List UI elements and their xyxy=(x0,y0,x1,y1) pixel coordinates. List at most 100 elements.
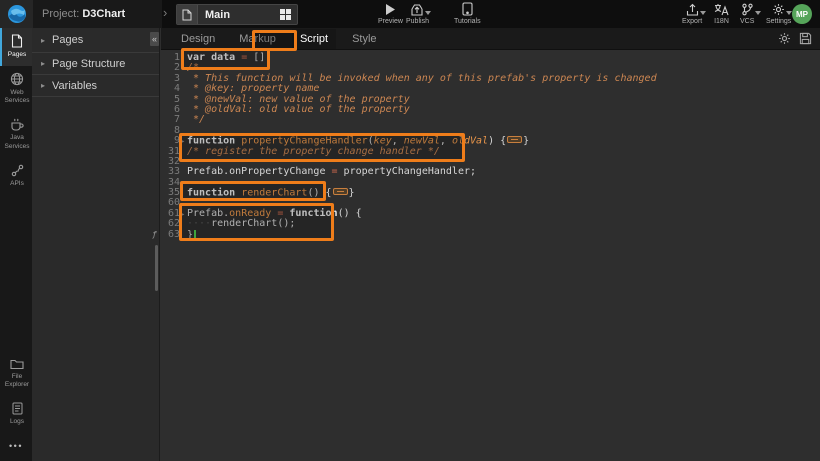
wavemaker-logo-icon xyxy=(7,4,27,24)
coffee-icon xyxy=(10,118,24,131)
code-line-34[interactable]: 34 xyxy=(161,178,820,188)
globe-icon xyxy=(10,72,24,86)
publish-button[interactable]: Publish xyxy=(406,3,429,25)
tab-design[interactable]: Design xyxy=(173,29,223,49)
publish-label: Publish xyxy=(406,18,429,25)
code-line-1[interactable]: 1var data = []; xyxy=(161,53,820,63)
panel-scrollbar[interactable] xyxy=(155,245,158,291)
wavemaker-ide: Project: D3Chart › Main PreviewPublish Tu… xyxy=(0,0,820,461)
gutter-info-icon: ƒ xyxy=(152,230,157,240)
rail-item-label: JavaServices xyxy=(5,134,30,150)
breadcrumb-chevron-icon: › xyxy=(163,5,167,20)
tab-style[interactable]: Style xyxy=(344,29,384,49)
vcs-button[interactable]: VCS xyxy=(740,3,754,25)
editor-settings-gear-icon[interactable] xyxy=(778,32,791,45)
rail-item-web-services[interactable]: WebServices xyxy=(0,66,32,112)
pages-panel: ▸ Pages ▸ Page Structure ▸ Variables « xyxy=(32,28,160,461)
user-avatar[interactable]: MP xyxy=(792,4,812,24)
i18n-button[interactable]: I18N xyxy=(714,3,729,25)
panel-item-label: Page Structure xyxy=(52,58,125,70)
chevron-down-icon[interactable] xyxy=(425,11,431,15)
api-icon xyxy=(11,164,24,177)
topbar-project-area: Project: D3Chart xyxy=(0,0,162,28)
editor-tabbar: Design Markup Script Style xyxy=(161,28,820,50)
panel-collapse-button[interactable]: « xyxy=(150,32,159,46)
code-line-8[interactable]: 8 xyxy=(161,126,820,136)
rail-item-apis[interactable]: APIs xyxy=(0,158,32,195)
export-label: Export xyxy=(682,18,702,25)
rail-more-button[interactable]: ••• xyxy=(0,433,32,461)
rail-item-label: APIs xyxy=(10,180,24,188)
panel-item-variables[interactable]: ▸ Variables xyxy=(32,75,159,97)
settings-label: Settings xyxy=(766,18,791,25)
rail-item-pages[interactable]: Pages xyxy=(0,28,32,66)
i18n-label: I18N xyxy=(714,18,729,25)
expand-caret-icon[interactable]: ▸ xyxy=(41,36,45,45)
line-number: 63ƒ xyxy=(161,230,180,240)
chevron-down-icon[interactable] xyxy=(755,11,761,15)
vcs-label: VCS xyxy=(740,18,754,25)
rail-item-label: WebServices xyxy=(5,89,30,105)
settings-icon xyxy=(772,3,785,16)
code-line-35[interactable]: 35function renderChart() {} xyxy=(161,188,820,198)
code-text xyxy=(180,178,187,188)
page-selector[interactable]: Main xyxy=(176,4,298,25)
collapsed-code-icon[interactable] xyxy=(507,136,522,143)
code-text: ····renderChart(); xyxy=(180,219,295,229)
expand-caret-icon[interactable]: ▸ xyxy=(41,81,45,90)
left-rail: Pages WebServices JavaServices APIs FileExpl… xyxy=(0,28,32,461)
code-text xyxy=(180,126,187,136)
rail-item-logs[interactable]: Logs xyxy=(0,396,32,433)
logs-icon xyxy=(12,402,23,415)
code-text xyxy=(180,198,187,208)
panel-item-label: Pages xyxy=(52,34,83,46)
settings-button[interactable]: Settings xyxy=(766,3,791,25)
code-line-31[interactable]: 31/* register the property change handle… xyxy=(161,147,820,157)
line-number: 4 xyxy=(161,84,180,94)
topbar: Project: D3Chart › Main PreviewPublish Tu… xyxy=(0,0,820,28)
panel-item-pages[interactable]: ▸ Pages xyxy=(32,28,159,53)
code-text: function renderChart() {} xyxy=(180,188,355,198)
export-icon xyxy=(686,3,699,16)
preview-label: Preview xyxy=(378,18,403,25)
panel-item-label: Variables xyxy=(52,80,97,92)
rail-item-java-services[interactable]: JavaServices xyxy=(0,112,32,157)
code-text: Prefab.onPropertyChange = propertyChange… xyxy=(180,167,476,177)
export-button[interactable]: Export xyxy=(682,3,702,25)
tutorials-icon xyxy=(462,2,473,16)
code-text: } xyxy=(180,230,196,240)
tab-script[interactable]: Script xyxy=(292,29,336,49)
project-name: Project: D3Chart xyxy=(42,8,125,20)
code-text: * @oldVal: old value of the property xyxy=(180,105,410,115)
i18n-icon xyxy=(714,3,729,16)
expand-caret-icon[interactable]: ▸ xyxy=(41,59,45,68)
code-line-7[interactable]: 7 */ xyxy=(161,115,820,125)
code-line-63[interactable]: 63ƒ} xyxy=(161,230,820,240)
play-icon xyxy=(384,3,396,16)
page-grid-icon[interactable] xyxy=(280,9,291,20)
publish-icon xyxy=(410,3,424,16)
wavemaker-logo[interactable] xyxy=(0,0,33,28)
code-text: /* register the property change handler … xyxy=(180,147,440,157)
preview-button[interactable]: Preview xyxy=(378,3,403,25)
code-text xyxy=(180,157,187,167)
rail-item-file-explorer[interactable]: FileExplorer xyxy=(0,352,32,396)
text-cursor xyxy=(194,230,196,239)
save-script-icon[interactable] xyxy=(799,32,812,45)
chevron-down-icon[interactable] xyxy=(700,11,706,15)
rail-item-label: Logs xyxy=(10,418,24,426)
tutorials-label: Tutorials xyxy=(454,18,481,25)
collapsed-code-icon[interactable] xyxy=(333,188,348,195)
current-page-name: Main xyxy=(198,9,280,21)
code-line-33[interactable]: 33Prefab.onPropertyChange = propertyChan… xyxy=(161,167,820,177)
script-editor[interactable]: 1var data = [];2/*3 * This function will… xyxy=(161,50,820,461)
code-text: */ xyxy=(180,115,205,125)
folder-icon xyxy=(10,358,24,370)
tab-markup[interactable]: Markup xyxy=(231,29,284,49)
code-line-6[interactable]: 6 * @oldVal: old value of the property xyxy=(161,105,820,115)
panel-item-page-structure[interactable]: ▸ Page Structure xyxy=(32,53,159,75)
page-file-icon xyxy=(177,5,198,24)
tutorials-button[interactable]: Tutorials xyxy=(454,3,481,25)
code-line-62[interactable]: 62····renderChart(); xyxy=(161,219,820,229)
vcs-icon xyxy=(741,3,754,16)
